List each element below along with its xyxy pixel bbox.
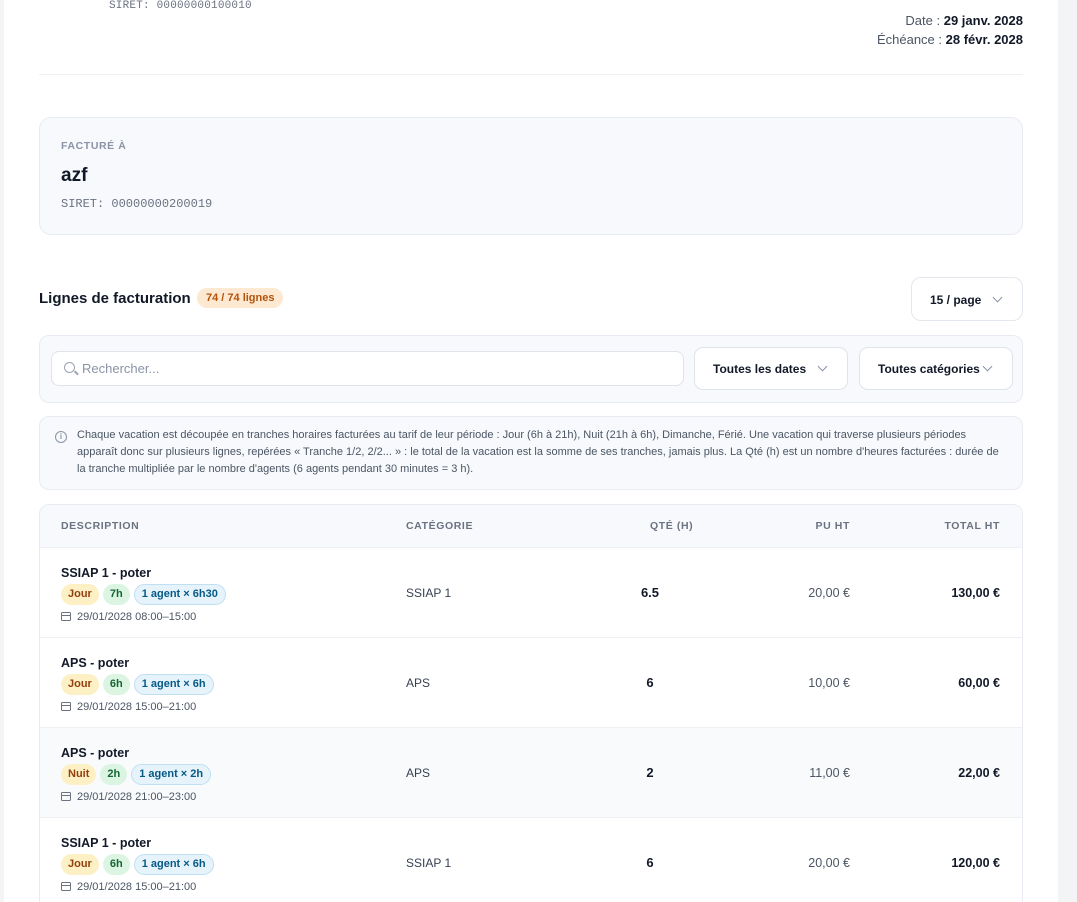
invoice-lines-table: DESCRIPTION CATÉGORIE QTÉ (H) PU HT TOTA… bbox=[39, 504, 1023, 902]
row-total: 60,00 € bbox=[958, 676, 1000, 690]
info-icon: i bbox=[55, 431, 67, 443]
hours-badge: 6h bbox=[102, 674, 130, 695]
header-category: CATÉGORIE bbox=[406, 520, 474, 532]
bill-to-card: FACTURÉ À azf SIRET: 00000000200019 bbox=[39, 117, 1023, 235]
lines-count-badge: 74 / 74 lignes bbox=[197, 288, 284, 308]
row-datetime-text: 29/01/2028 08:00–15:00 bbox=[77, 611, 197, 623]
agents-badge: 1 agent × 6h30 bbox=[133, 584, 226, 605]
row-total: 130,00 € bbox=[951, 586, 1000, 600]
row-description: SSIAP 1 - poter bbox=[61, 566, 152, 580]
row-qty: 6 bbox=[646, 855, 654, 870]
info-note-text: Chaque vacation est découpée en tranches… bbox=[77, 429, 999, 475]
table-header: DESCRIPTION CATÉGORIE QTÉ (H) PU HT TOTA… bbox=[40, 505, 1022, 547]
seller-siret: SIRET: 00000000100010 bbox=[109, 0, 252, 12]
search-box[interactable] bbox=[51, 351, 684, 386]
row-qty: 6.5 bbox=[640, 585, 660, 600]
row-datetime-text: 29/01/2028 15:00–21:00 bbox=[77, 701, 197, 713]
row-unit-price: 10,00 € bbox=[808, 676, 850, 690]
agents-badge: 1 agent × 6h bbox=[133, 674, 214, 695]
invoice-date-value: 29 janv. 2028 bbox=[943, 13, 1023, 28]
row-description: APS - poter bbox=[61, 656, 130, 670]
hours-badge: 6h bbox=[102, 854, 130, 875]
row-datetime: 29/01/2028 21:00–23:00 bbox=[61, 791, 196, 803]
row-chips: Jour 7h 1 agent × 6h30 bbox=[61, 584, 226, 606]
row-unit-price: 20,00 € bbox=[808, 856, 850, 870]
bill-to-siret: SIRET: 00000000200019 bbox=[61, 197, 213, 211]
row-category: SSIAP 1 bbox=[406, 856, 452, 870]
table-row[interactable]: SSIAP 1 - poter Jour 7h 1 agent × 6h30 2… bbox=[40, 547, 1022, 637]
row-chips: Jour 6h 1 agent × 6h bbox=[61, 854, 214, 876]
hours-badge: 2h bbox=[100, 764, 128, 785]
row-datetime-text: 29/01/2028 21:00–23:00 bbox=[77, 791, 197, 803]
lines-section-title: Lignes de facturation bbox=[39, 290, 191, 307]
row-description: SSIAP 1 - poter bbox=[61, 836, 152, 850]
row-category: APS bbox=[406, 676, 431, 690]
period-badge: Jour bbox=[61, 674, 99, 695]
row-chips: Jour 6h 1 agent × 6h bbox=[61, 674, 214, 696]
search-icon bbox=[64, 362, 75, 373]
per-page-value: 15 / page bbox=[930, 293, 982, 307]
hours-badge: 7h bbox=[102, 584, 130, 605]
row-chips: Nuit 2h 1 agent × 2h bbox=[61, 764, 212, 786]
period-badge: Jour bbox=[61, 854, 99, 875]
agents-badge: 1 agent × 6h bbox=[133, 854, 214, 875]
calendar-icon bbox=[61, 792, 71, 801]
header-description: DESCRIPTION bbox=[61, 520, 140, 532]
dates-filter-value: Toutes les dates bbox=[713, 362, 807, 376]
header-qty: QTÉ (H) bbox=[650, 520, 694, 532]
filters-bar: Toutes les dates Toutes catégories bbox=[39, 335, 1023, 403]
table-row[interactable]: APS - poter Nuit 2h 1 agent × 2h 29/01/2… bbox=[40, 727, 1022, 817]
bill-to-name: azf bbox=[61, 165, 88, 186]
table-row[interactable]: APS - poter Jour 6h 1 agent × 6h 29/01/2… bbox=[40, 637, 1022, 727]
row-total: 22,00 € bbox=[958, 766, 1000, 780]
invoice-sheet: SIRET: 00000000100010 Date : 29 janv. 20… bbox=[4, 0, 1058, 902]
header-total: TOTAL HT bbox=[944, 520, 1000, 532]
invoice-date-label: Date : bbox=[905, 13, 941, 28]
row-qty: 6 bbox=[646, 675, 654, 690]
header-divider bbox=[39, 74, 1023, 75]
row-datetime-text: 29/01/2028 15:00–21:00 bbox=[77, 881, 197, 893]
chevron-down-icon bbox=[982, 361, 993, 372]
chevron-down-icon bbox=[992, 292, 1003, 303]
row-datetime: 29/01/2028 15:00–21:00 bbox=[61, 881, 196, 893]
row-description: APS - poter bbox=[61, 746, 130, 760]
info-note: i Chaque vacation est découpée en tranch… bbox=[39, 416, 1023, 490]
period-badge: Nuit bbox=[61, 764, 97, 785]
row-total: 120,00 € bbox=[951, 856, 1000, 870]
agents-badge: 1 agent × 2h bbox=[131, 764, 212, 785]
row-datetime: 29/01/2028 08:00–15:00 bbox=[61, 611, 196, 623]
calendar-icon bbox=[61, 612, 71, 621]
invoice-due-line: Échéance : 28 févr. 2028 bbox=[877, 30, 1023, 49]
chevron-down-icon bbox=[817, 361, 828, 372]
row-unit-price: 20,00 € bbox=[808, 586, 850, 600]
invoice-due-value: 28 févr. 2028 bbox=[945, 32, 1023, 47]
header-unit-price: PU HT bbox=[815, 520, 850, 532]
table-row[interactable]: SSIAP 1 - poter Jour 6h 1 agent × 6h 29/… bbox=[40, 817, 1022, 902]
row-qty: 2 bbox=[646, 765, 654, 780]
invoice-due-label: Échéance : bbox=[876, 32, 943, 47]
per-page-select[interactable]: 15 / page bbox=[911, 277, 1023, 321]
row-category: APS bbox=[406, 766, 431, 780]
row-datetime: 29/01/2028 15:00–21:00 bbox=[61, 701, 196, 713]
invoice-meta: Date : 29 janv. 2028 Échéance : 28 févr.… bbox=[877, 11, 1023, 49]
search-input[interactable] bbox=[82, 352, 677, 385]
categories-filter-select[interactable]: Toutes catégories bbox=[859, 347, 1013, 390]
calendar-icon bbox=[61, 882, 71, 891]
invoice-date-line: Date : 29 janv. 2028 bbox=[877, 11, 1023, 30]
bill-to-label: FACTURÉ À bbox=[61, 140, 127, 152]
row-unit-price: 11,00 € bbox=[809, 766, 850, 780]
calendar-icon bbox=[61, 702, 71, 711]
dates-filter-select[interactable]: Toutes les dates bbox=[694, 347, 848, 390]
categories-filter-value: Toutes catégories bbox=[878, 362, 980, 376]
row-category: SSIAP 1 bbox=[406, 586, 452, 600]
period-badge: Jour bbox=[61, 584, 99, 605]
